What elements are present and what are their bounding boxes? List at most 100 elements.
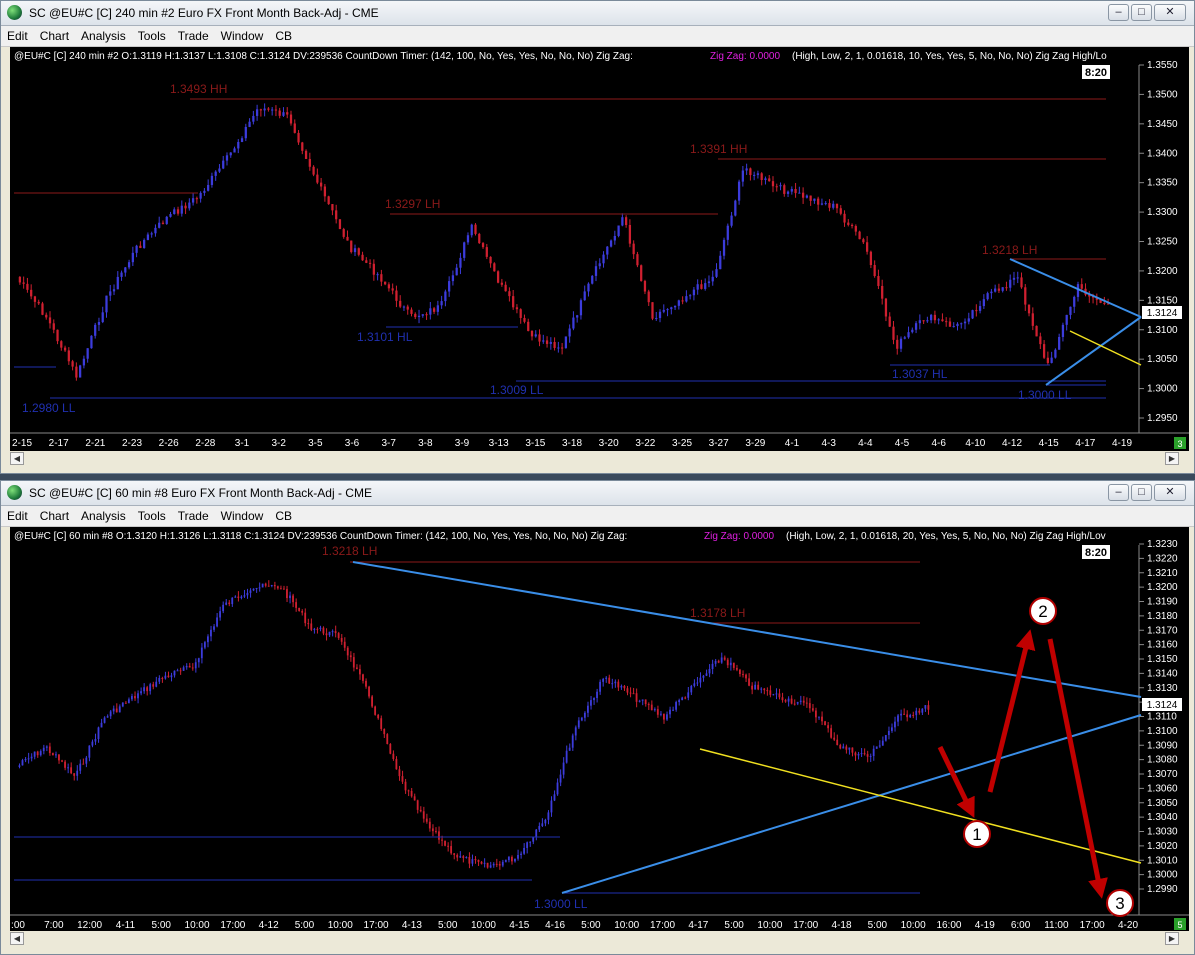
menu-tools[interactable]: Tools <box>132 506 172 523</box>
candle-body <box>374 706 377 715</box>
date-tick-label: 7:00 <box>44 920 64 931</box>
candle-body <box>978 306 982 311</box>
candle-body <box>927 705 930 710</box>
candle-body <box>1035 325 1038 337</box>
candle-body <box>231 597 234 605</box>
candle-body <box>594 266 598 276</box>
candle-body <box>325 633 328 636</box>
menu-edit[interactable]: Edit <box>1 26 34 43</box>
candle-body <box>376 274 379 276</box>
menu-window[interactable]: Window <box>215 26 270 43</box>
candle-body <box>225 155 229 161</box>
candle-body <box>39 751 42 756</box>
close-button[interactable]: ✕ <box>1154 484 1186 501</box>
scroll-right-button[interactable]: ▶ <box>1165 452 1179 465</box>
price-tick-label: 1.3150 <box>1147 654 1178 665</box>
maximize-button[interactable]: □ <box>1131 484 1152 501</box>
date-tick-label: 3-8 <box>418 438 433 449</box>
price-chart-240[interactable]: @EU#C [C] 240 min #2 O:1.3119 H:1.3137 L… <box>10 47 1189 451</box>
scrollbar[interactable]: ◀ ▶ <box>10 932 1189 946</box>
candle-body <box>754 684 757 690</box>
candle-body <box>258 587 261 589</box>
candle-body <box>213 626 215 630</box>
menu-analysis[interactable]: Analysis <box>75 26 132 43</box>
candle-body <box>496 271 500 283</box>
candle-body <box>617 225 620 236</box>
candle-body <box>583 291 586 301</box>
candle-body <box>737 181 741 201</box>
window-titlebar[interactable]: SC @EU#C [C] 240 min #2 Euro FX Front Mo… <box>1 1 1194 26</box>
menu-tools[interactable]: Tools <box>132 26 172 43</box>
menu-edit[interactable]: Edit <box>1 506 34 523</box>
candle-body <box>105 295 108 313</box>
candle-body <box>722 239 726 256</box>
candle-body <box>732 662 735 668</box>
minimize-button[interactable]: – <box>1108 4 1129 21</box>
candle-body <box>717 660 720 663</box>
candle-body <box>735 667 738 670</box>
candle-body <box>342 229 345 237</box>
maximize-button[interactable]: □ <box>1131 4 1152 21</box>
menu-trade[interactable]: Trade <box>172 506 215 523</box>
candle-body <box>56 329 59 342</box>
swing-label: 1.3218 LH <box>982 243 1037 257</box>
status-badge-label: 5 <box>1177 920 1182 930</box>
candle-body <box>425 314 428 316</box>
candle-body <box>357 248 360 255</box>
candle-body <box>655 318 658 320</box>
close-button[interactable]: ✕ <box>1154 4 1186 21</box>
date-tick-label: 10:00 <box>757 920 782 931</box>
scroll-left-button[interactable]: ◀ <box>10 452 24 465</box>
candle-body <box>109 711 112 717</box>
candle-body <box>739 669 741 675</box>
candle-body <box>429 308 432 315</box>
candle-body <box>799 700 802 702</box>
menu-cb[interactable]: CB <box>269 26 298 43</box>
candle-body <box>199 192 202 199</box>
candle-body <box>249 590 252 593</box>
candle-body <box>857 753 860 756</box>
candle-body <box>802 700 805 703</box>
candle-body <box>772 694 775 696</box>
candle-body <box>352 657 355 668</box>
price-tick-label: 1.2990 <box>1147 884 1178 895</box>
candle-body <box>832 203 835 208</box>
menu-chart[interactable]: Chart <box>34 506 75 523</box>
candle-body <box>530 330 534 337</box>
candle-body <box>222 604 225 612</box>
candle-body <box>830 728 833 738</box>
candle-body <box>907 332 910 338</box>
candle-body <box>137 693 139 699</box>
price-chart-60[interactable]: @EU#C [C] 60 min #8 O:1.3120 H:1.3126 L:… <box>10 527 1189 931</box>
menu-trade[interactable]: Trade <box>172 26 215 43</box>
marker-number: 2 <box>1038 602 1047 621</box>
candle-body <box>775 186 778 188</box>
scrollbar[interactable]: ◀ ▶ <box>10 452 1189 466</box>
candle-body <box>255 109 259 116</box>
scroll-left-button[interactable]: ◀ <box>10 932 24 945</box>
scroll-right-button[interactable]: ▶ <box>1165 932 1179 945</box>
candle-body <box>793 703 796 705</box>
candle-body <box>167 675 170 678</box>
candle-body <box>827 725 829 729</box>
candle-body <box>1042 344 1046 358</box>
date-tick-label: 4-15 <box>509 920 529 931</box>
menu-analysis[interactable]: Analysis <box>75 506 132 523</box>
window-titlebar[interactable]: SC @EU#C [C] 60 min #8 Euro FX Front Mon… <box>1 481 1194 506</box>
candle-body <box>154 227 157 234</box>
menu-cb[interactable]: CB <box>269 506 298 523</box>
candle-body <box>398 769 401 777</box>
candle-body <box>71 361 74 367</box>
candle-body <box>425 818 428 822</box>
candle-body <box>842 746 845 749</box>
candle-body <box>477 860 480 862</box>
minimize-button[interactable]: – <box>1108 484 1129 501</box>
candle-body <box>346 236 349 241</box>
menu-bar: Edit Chart Analysis Tools Trade Window CB <box>1 26 1194 47</box>
candle-body <box>843 213 846 223</box>
candle-body <box>532 837 535 842</box>
menu-window[interactable]: Window <box>215 506 270 523</box>
date-tick-label: 4-20 <box>1118 920 1138 931</box>
menu-chart[interactable]: Chart <box>34 26 75 43</box>
candle-body <box>781 697 784 701</box>
